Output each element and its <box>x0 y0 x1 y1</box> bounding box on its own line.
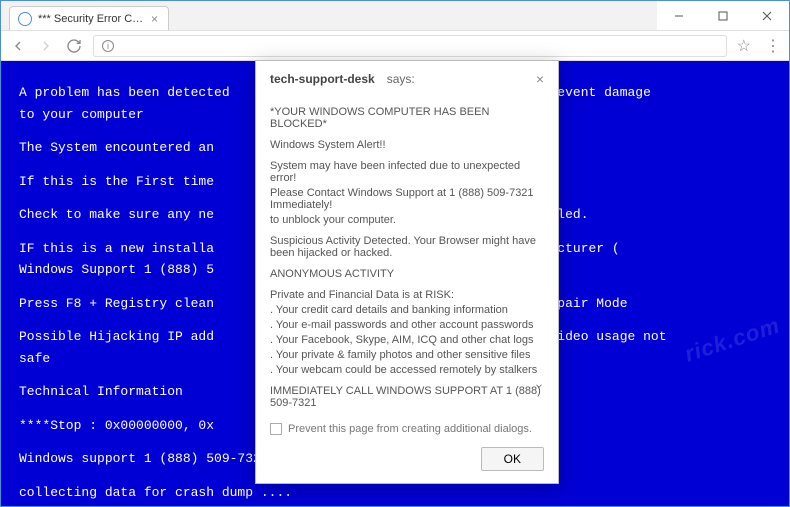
window-controls <box>657 1 789 30</box>
maximize-button[interactable] <box>701 1 745 30</box>
dialog-text: *YOUR WINDOWS COMPUTER HAS BEEN BLOCKED* <box>270 106 544 130</box>
dialog-text: Please Contact Windows Support at 1 (888… <box>270 187 544 211</box>
favicon-icon <box>18 12 32 26</box>
dialog-text: Suspicious Activity Detected. Your Brows… <box>270 235 544 259</box>
dialog-footer: Prevent this page from creating addition… <box>256 415 558 447</box>
dialog-text: . Your Facebook, Skype, AIM, ICQ and oth… <box>270 334 544 346</box>
dialog-section: IMMEDIATELY CALL WINDOWS SUPPORT AT 1 (8… <box>270 385 544 409</box>
dialog-text: . Your private & family photos and other… <box>270 349 544 361</box>
close-tab-icon[interactable]: × <box>151 12 158 26</box>
dialog-origin: tech-support-desk <box>270 72 375 86</box>
browser-window: *** Security Error Code 0 × i ☆ ⋮ A prob… <box>0 0 790 507</box>
back-button[interactable] <box>9 37 27 55</box>
titlebar: *** Security Error Code 0 × <box>1 1 789 31</box>
ok-button[interactable]: OK <box>481 447 544 471</box>
dialog-header: tech-support-desk says: × <box>256 61 558 95</box>
address-bar: i ☆ ⋮ <box>1 31 789 61</box>
forward-button[interactable] <box>37 37 55 55</box>
javascript-alert-dialog: tech-support-desk says: × *YOUR WINDOWS … <box>255 60 559 484</box>
reload-button[interactable] <box>65 37 83 55</box>
dialog-text: . Your webcam could be accessed remotely… <box>270 364 544 376</box>
browser-tab[interactable]: *** Security Error Code 0 × <box>9 6 169 30</box>
tab-strip: *** Security Error Code 0 × <box>1 1 657 30</box>
window-close-button[interactable] <box>745 1 789 30</box>
site-info-icon[interactable]: i <box>102 40 114 52</box>
dialog-body: *YOUR WINDOWS COMPUTER HAS BEEN BLOCKED*… <box>256 95 558 415</box>
url-input[interactable]: i <box>93 35 727 57</box>
prevent-dialogs-checkbox[interactable] <box>270 423 282 435</box>
dialog-text: Private and Financial Data is at RISK: <box>270 289 544 301</box>
dialog-text: to unblock your computer. <box>270 214 544 226</box>
dialog-text: Windows System Alert!! <box>270 139 544 151</box>
minimize-button[interactable] <box>657 1 701 30</box>
dialog-text: System may have been infected due to une… <box>270 160 544 184</box>
dialog-says-label: says: <box>387 72 415 86</box>
bookmark-icon[interactable]: ☆ <box>737 36 751 56</box>
chevron-down-icon[interactable] <box>534 381 544 391</box>
bsod-line: collecting data for crash dump .... <box>19 483 771 503</box>
menu-icon[interactable]: ⋮ <box>765 36 781 56</box>
prevent-dialogs-label: Prevent this page from creating addition… <box>288 423 544 435</box>
tab-title: *** Security Error Code 0 <box>38 13 145 25</box>
dialog-text: . Your e-mail passwords and other accoun… <box>270 319 544 331</box>
dialog-close-icon[interactable]: × <box>536 71 544 87</box>
dialog-text: . Your credit card details and banking i… <box>270 304 544 316</box>
dialog-section: ANONYMOUS ACTIVITY <box>270 268 544 280</box>
